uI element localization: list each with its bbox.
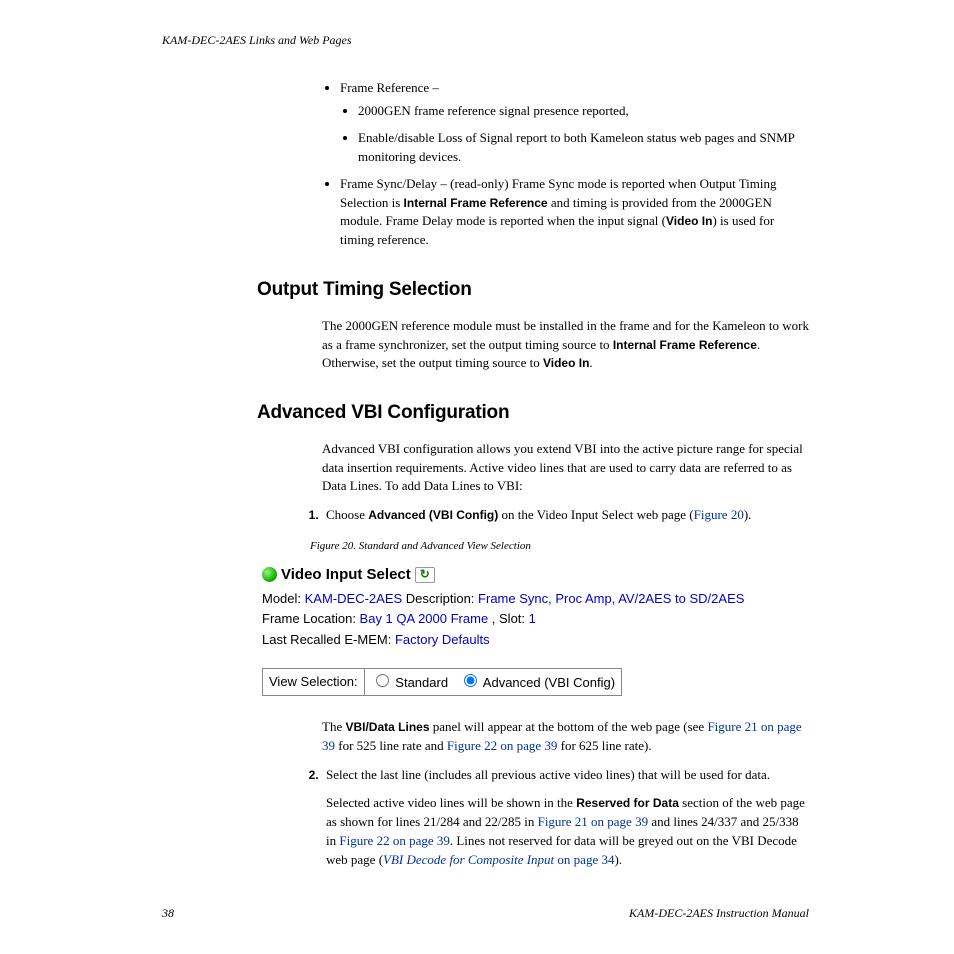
step-1: Choose Advanced (VBI Config) on the Vide… — [322, 506, 809, 525]
emem-line: Last Recalled E-MEM: Factory Defaults — [262, 630, 809, 650]
figure-21-link-2[interactable]: Figure 21 on page 39 — [538, 814, 648, 829]
status-dot-icon — [262, 567, 277, 582]
frame-reference-bullets: Frame Reference – 2000GEN frame referenc… — [322, 79, 809, 250]
vbi-decode-link[interactable]: VBI Decode for Composite Input — [383, 852, 554, 867]
sub-bullet-2000gen: 2000GEN frame reference signal presence … — [358, 102, 809, 121]
sub-bullet-loss-of-signal: Enable/disable Loss of Signal report to … — [358, 129, 809, 167]
step-2: Select the last line (includes all previ… — [322, 766, 809, 870]
output-timing-selection-heading: Output Timing Selection — [257, 276, 809, 304]
vbi-data-lines-para: The VBI/Data Lines panel will appear at … — [322, 718, 809, 756]
advanced-vbi-para: Advanced VBI configuration allows you ex… — [322, 440, 809, 497]
figure-20-screenshot: Video Input Select ↻ Model: KAM-DEC-2AES… — [262, 563, 809, 696]
model-line: Model: KAM-DEC-2AES Description: Frame S… — [262, 589, 809, 609]
figure-22-link-2[interactable]: Figure 22 on page 39 — [339, 833, 449, 848]
frame-sync-delay-bullet: Frame Sync/Delay – (read-only) Frame Syn… — [340, 175, 809, 250]
frame-reference-label: Frame Reference – — [340, 80, 439, 95]
running-header: KAM-DEC-2AES Links and Web Pages — [162, 32, 809, 49]
figure-20-link[interactable]: Figure 20 — [694, 507, 744, 522]
view-selection-panel: View Selection: Standard Advanced (VBI C… — [262, 668, 622, 696]
figure-22-link[interactable]: Figure 22 on page 39 — [447, 738, 557, 753]
figure-20-caption: Figure 20. Standard and Advanced View Se… — [310, 539, 809, 555]
page-number: 38 — [162, 905, 174, 922]
advanced-vbi-heading: Advanced VBI Configuration — [257, 399, 809, 427]
output-timing-selection-para: The 2000GEN reference module must be ins… — [322, 317, 809, 374]
manual-title-footer: KAM-DEC-2AES Instruction Manual — [629, 905, 809, 922]
video-input-select-title: Video Input Select — [281, 563, 411, 586]
frame-location-line: Frame Location: Bay 1 QA 2000 Frame , Sl… — [262, 609, 809, 629]
refresh-icon[interactable]: ↻ — [415, 567, 435, 583]
radio-advanced[interactable]: Advanced (VBI Config) — [459, 675, 615, 690]
view-selection-label: View Selection: — [263, 668, 365, 695]
radio-standard[interactable]: Standard — [371, 675, 448, 690]
